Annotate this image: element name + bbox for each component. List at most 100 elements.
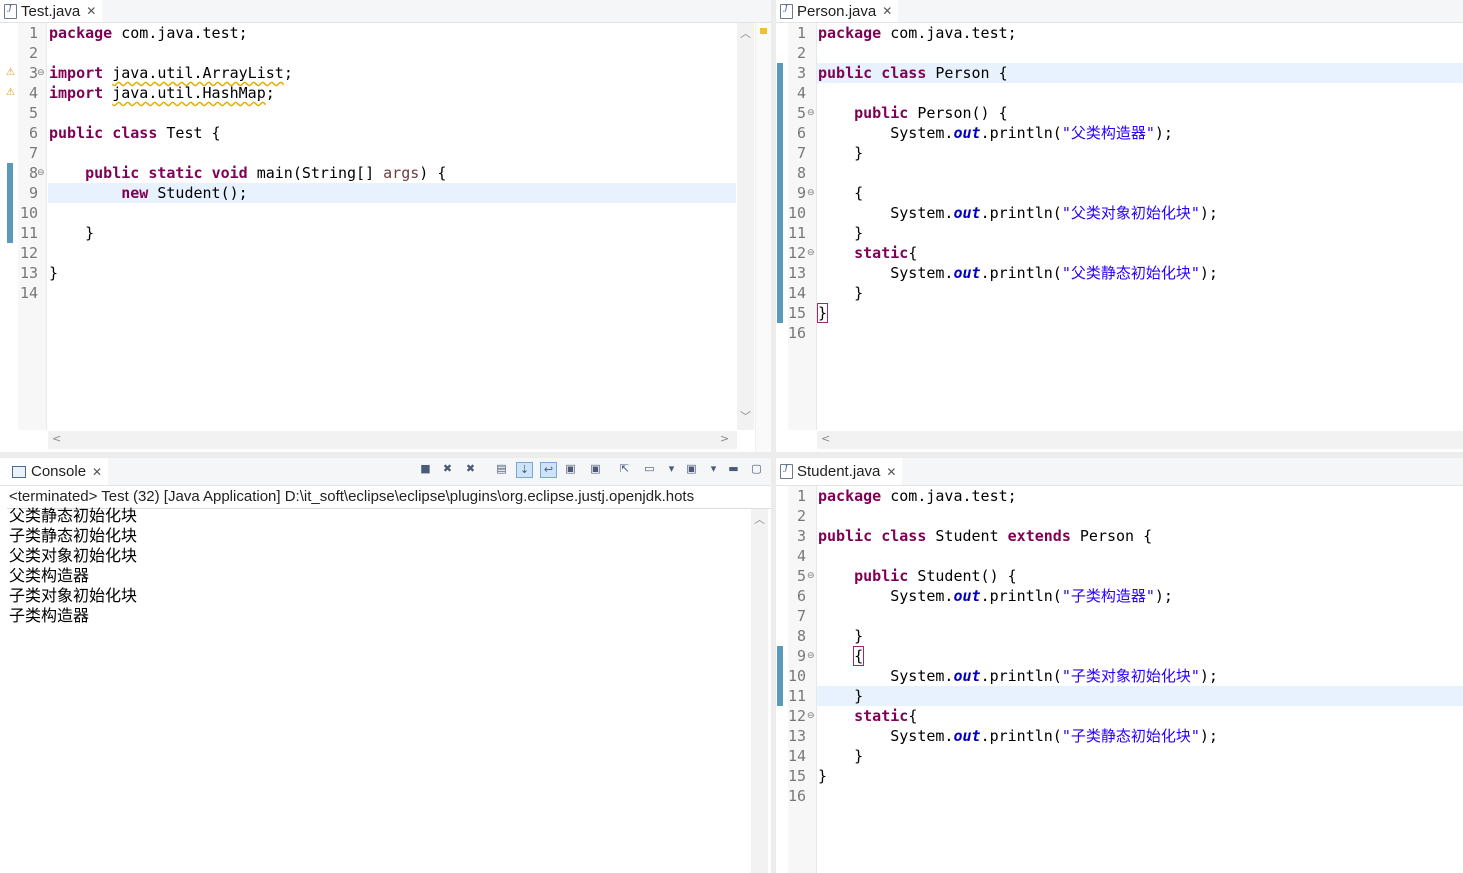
show-on-error-icon[interactable]: ▣ [588, 462, 603, 476]
code-line[interactable] [818, 323, 1218, 343]
code-line[interactable] [49, 203, 446, 223]
vertical-scrollbar[interactable]: ︿ [751, 509, 768, 873]
fold-icon[interactable]: ⊖ [807, 651, 815, 661]
scroll-up-icon[interactable]: ︿ [754, 511, 765, 527]
dropdown-icon[interactable]: ▾ [664, 462, 679, 476]
code-line[interactable]: { [818, 646, 1218, 666]
code-line[interactable]: System.out.println("子类构造器"); [818, 586, 1218, 606]
code-area[interactable]: package com.java.test; public class Stude… [818, 486, 1218, 806]
close-icon[interactable]: ✕ [886, 465, 896, 479]
open-console-icon[interactable]: ▣ [684, 462, 699, 476]
code-line[interactable]: System.out.println("父类构造器"); [818, 123, 1218, 143]
code-line[interactable]: package com.java.test; [818, 486, 1218, 506]
scroll-lock-icon[interactable]: ⇣ [516, 462, 533, 478]
code-line[interactable]: } [818, 766, 1218, 786]
code-line[interactable]: new Student(); [49, 183, 446, 203]
pin-console-icon[interactable]: ⇱ [617, 462, 632, 476]
code-line[interactable]: import java.util.HashMap; [49, 83, 446, 103]
dropdown-icon[interactable]: ▾ [706, 462, 721, 476]
code-line[interactable]: } [818, 746, 1218, 766]
warning-marker [760, 28, 767, 34]
code-line[interactable]: } [818, 626, 1218, 646]
close-icon[interactable]: ✕ [882, 4, 892, 18]
close-icon[interactable]: ✕ [92, 465, 102, 479]
code-line[interactable]: { [818, 183, 1218, 203]
minimize-icon[interactable]: ▬ [726, 462, 741, 476]
fold-icon[interactable]: ⊖ [807, 571, 815, 581]
fold-icon[interactable]: ⊖ [37, 168, 45, 178]
show-on-output-icon[interactable]: ▣ [563, 462, 578, 476]
fold-icon[interactable]: ⊖ [807, 108, 815, 118]
close-icon[interactable]: ✕ [86, 4, 96, 18]
code-line[interactable] [49, 243, 446, 263]
line-number: 11 [20, 224, 39, 242]
code-line[interactable] [818, 506, 1218, 526]
code-line[interactable] [818, 83, 1218, 103]
scroll-left-icon[interactable]: < [52, 432, 61, 445]
code-line[interactable]: System.out.println("父类对象初始化块"); [818, 203, 1218, 223]
code-line[interactable]: } [818, 283, 1218, 303]
code-line[interactable]: public static void main(String[] args) { [49, 163, 446, 183]
tab-test-java[interactable]: Test.java ✕ [0, 0, 103, 22]
scroll-down-icon[interactable]: ﹀ [740, 408, 751, 424]
code-line[interactable]: public Person() { [818, 103, 1218, 123]
code-line[interactable]: } [818, 686, 1218, 706]
horizontal-scrollbar[interactable]: < > [48, 431, 737, 449]
code-line[interactable]: static{ [818, 706, 1218, 726]
stop-icon[interactable]: ■ [418, 462, 433, 476]
code-line[interactable]: import java.util.ArrayList; [49, 63, 446, 83]
tab-person-java[interactable]: Person.java ✕ [776, 0, 899, 22]
remove-all-icon[interactable]: ✖ [463, 462, 478, 476]
code-line[interactable] [49, 43, 446, 63]
code-line[interactable]: } [818, 223, 1218, 243]
remove-launch-icon[interactable]: ✖ [440, 462, 455, 476]
code-line[interactable] [818, 786, 1218, 806]
clear-console-icon[interactable]: ▤ [494, 462, 509, 476]
fold-icon[interactable]: ⊖ [807, 188, 815, 198]
display-console-icon[interactable]: ▭ [642, 462, 657, 476]
code-token: ); [1199, 204, 1218, 222]
scroll-left-icon[interactable]: < [821, 432, 830, 445]
code-line[interactable]: public class Person { [818, 63, 1218, 83]
code-line[interactable] [49, 103, 446, 123]
code-token: out [953, 667, 981, 685]
code-line[interactable] [818, 43, 1218, 63]
overview-ruler [755, 23, 771, 452]
fold-icon[interactable]: ⊖ [37, 68, 45, 78]
fold-icon[interactable]: ⊖ [807, 248, 815, 258]
scroll-right-icon[interactable]: > [720, 432, 729, 445]
code-line[interactable]: System.out.println("父类静态初始化块"); [818, 263, 1218, 283]
code-line[interactable] [49, 283, 446, 303]
tab-console[interactable]: Console ✕ [0, 458, 109, 485]
tab-student-java[interactable]: Student.java ✕ [776, 458, 903, 485]
maximize-icon[interactable]: ▢ [749, 462, 764, 476]
console-output[interactable]: 父类静态初始化块 子类静态初始化块 父类对象初始化块 父类构造器 子类对象初始化块 子类构… [9, 507, 137, 627]
code-line[interactable]: package com.java.test; [818, 23, 1218, 43]
word-wrap-icon[interactable]: ↩ [540, 462, 557, 478]
line-number: 8 [28, 164, 38, 182]
code-line[interactable] [49, 143, 446, 163]
code-line[interactable]: System.out.println("子类静态初始化块"); [818, 726, 1218, 746]
code-line[interactable]: public Student() { [818, 566, 1218, 586]
code-line[interactable]: package com.java.test; [49, 23, 446, 43]
code-line[interactable]: static{ [818, 243, 1218, 263]
code-line[interactable]: } [816, 303, 1218, 323]
code-token: java.util.ArrayList [112, 64, 284, 82]
code-line[interactable] [818, 163, 1218, 183]
code-line[interactable]: } [818, 143, 1218, 163]
code-line[interactable]: System.out.println("子类对象初始化块"); [818, 666, 1218, 686]
code-line[interactable] [818, 546, 1218, 566]
code-area[interactable]: package com.java.test; import java.util.A… [49, 23, 446, 303]
code-line[interactable]: public class Test { [49, 123, 446, 143]
scroll-up-icon[interactable]: ︿ [740, 25, 751, 41]
horizontal-scrollbar[interactable]: < [817, 431, 1463, 449]
code-line[interactable]: } [49, 223, 446, 243]
code-token: import [49, 64, 104, 82]
code-line[interactable]: public class Student extends Person { [818, 526, 1218, 546]
code-area[interactable]: package com.java.test; public class Perso… [816, 23, 1218, 343]
code-line[interactable] [818, 606, 1218, 626]
code-line[interactable]: } [49, 263, 446, 283]
fold-icon[interactable]: ⊖ [807, 711, 815, 721]
vertical-scrollbar[interactable]: ︿ ﹀ [737, 23, 754, 430]
